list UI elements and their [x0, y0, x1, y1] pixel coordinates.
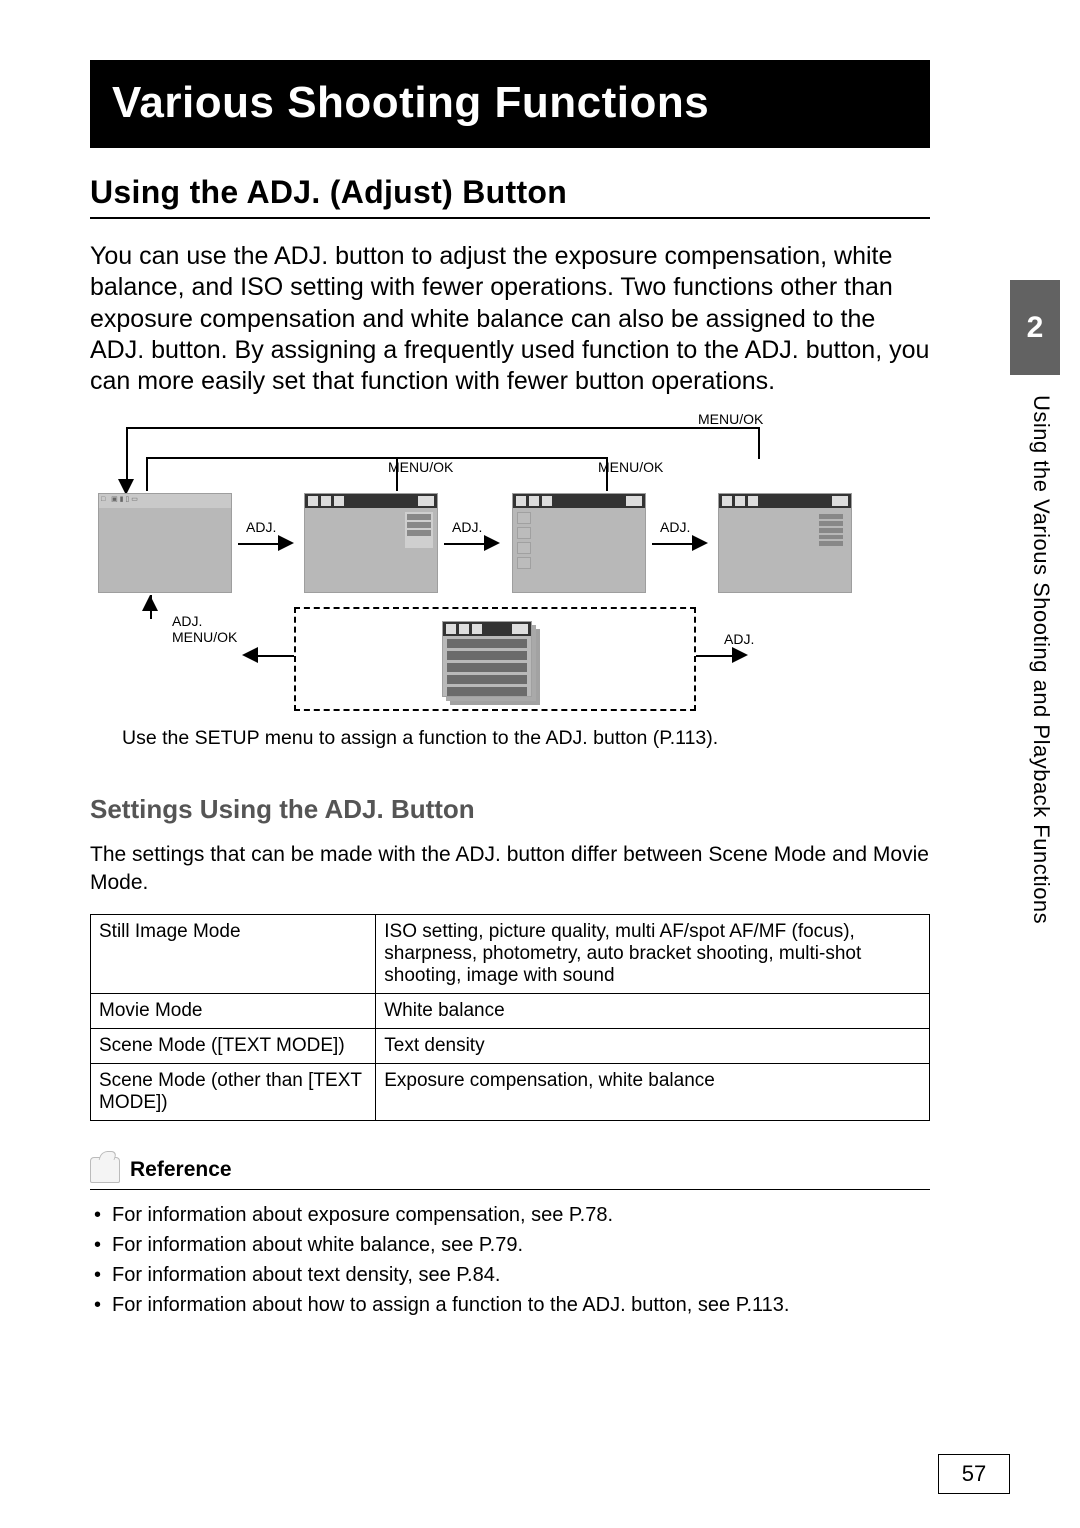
- diagram-label-adj: ADJ.: [724, 631, 754, 647]
- reference-item: For information about text density, see …: [94, 1260, 930, 1290]
- table-row: Movie Mode White balance: [91, 993, 930, 1028]
- settings-body: The settings that can be made with the A…: [90, 841, 930, 896]
- mode-cell: Scene Mode ([TEXT MODE]): [91, 1028, 376, 1063]
- chapter-side-label: Using the Various Shooting and Playback …: [1028, 395, 1054, 975]
- reference-icon: [90, 1157, 120, 1183]
- settings-cell: Text density: [376, 1028, 930, 1063]
- settings-cell: Exposure compensation, white balance: [376, 1063, 930, 1120]
- table-row: Still Image Mode ISO setting, picture qu…: [91, 914, 930, 993]
- settings-cell: ISO setting, picture quality, multi AF/s…: [376, 914, 930, 993]
- chapter-number: 2: [1027, 311, 1044, 345]
- mode-cell: Movie Mode: [91, 993, 376, 1028]
- diagram-label-adj: ADJ.: [452, 519, 482, 535]
- screen-adj-2: [512, 493, 646, 593]
- diagram-caption: Use the SETUP menu to assign a function …: [122, 727, 930, 750]
- diagram-label-adj: ADJ.: [172, 613, 202, 629]
- settings-table: Still Image Mode ISO setting, picture qu…: [90, 914, 930, 1121]
- mode-cell: Still Image Mode: [91, 914, 376, 993]
- screen-main: □ ▣ ▮ ▯ ▭: [98, 493, 232, 593]
- chapter-title: Various Shooting Functions: [90, 60, 930, 148]
- chapter-tab: 2: [1010, 280, 1060, 375]
- reference-item: For information about exposure compensat…: [94, 1200, 930, 1230]
- section-heading: Using the ADJ. (Adjust) Button: [90, 174, 930, 219]
- table-row: Scene Mode ([TEXT MODE]) Text density: [91, 1028, 930, 1063]
- diagram-label-menu-ok: MENU/OK: [598, 459, 663, 475]
- diagram-label-adj: ADJ.: [660, 519, 690, 535]
- reference-item: For information about how to assign a fu…: [94, 1290, 930, 1320]
- settings-cell: White balance: [376, 993, 930, 1028]
- settings-heading: Settings Using the ADJ. Button: [90, 794, 930, 825]
- reference-heading: Reference: [130, 1158, 232, 1182]
- page-number: 57: [938, 1454, 1010, 1494]
- diagram-label-menu-ok: MENU/OK: [698, 411, 763, 427]
- reference-block: Reference For information about exposure…: [90, 1157, 930, 1320]
- screen-adj-1: [304, 493, 438, 593]
- screen-adj-3: [718, 493, 852, 593]
- table-row: Scene Mode (other than [TEXT MODE]) Expo…: [91, 1063, 930, 1120]
- mode-cell: Scene Mode (other than [TEXT MODE]): [91, 1063, 376, 1120]
- adj-flow-diagram: MENU/OK MENU/OK MENU/OK □ ▣ ▮ ▯ ▭ ADJ.: [98, 417, 858, 717]
- diagram-label-menu-ok: MENU/OK: [388, 459, 453, 475]
- intro-paragraph: You can use the ADJ. button to adjust th…: [90, 241, 930, 397]
- diagram-label-menu-ok: MENU/OK: [172, 629, 237, 645]
- diagram-label-adj: ADJ.: [246, 519, 276, 535]
- reference-item: For information about white balance, see…: [94, 1230, 930, 1260]
